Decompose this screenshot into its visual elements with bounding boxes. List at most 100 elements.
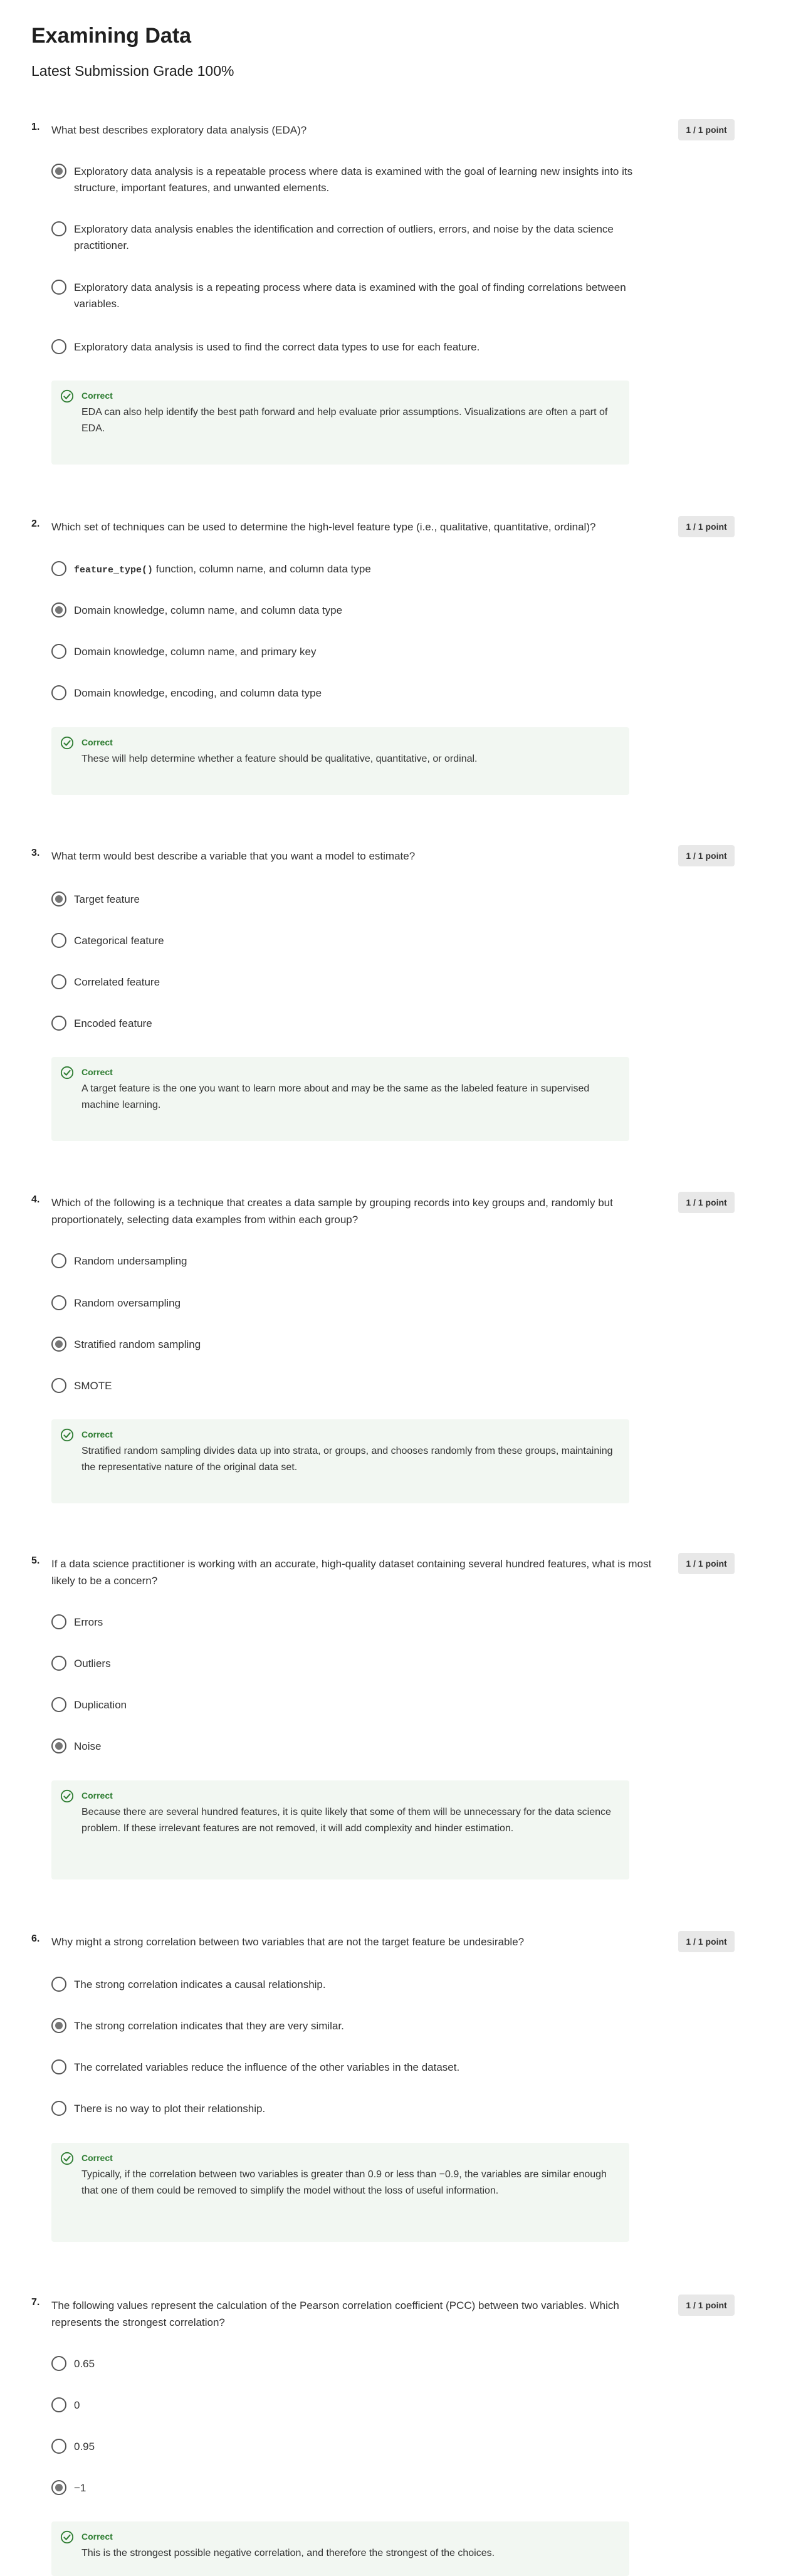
- option-label: 0.95: [74, 2441, 95, 2452]
- radio-button-icon[interactable]: [51, 1378, 66, 1393]
- radio-button-icon[interactable]: [51, 1656, 66, 1671]
- feedback-label: Correct: [81, 1790, 113, 1801]
- radio-button-icon[interactable]: [51, 1295, 66, 1310]
- option-label: Random oversampling: [74, 1297, 181, 1309]
- option-label: Random undersampling: [74, 1255, 187, 1267]
- points-badge: 1 / 1 point: [678, 845, 735, 866]
- question-number: 5.: [31, 1555, 40, 1566]
- option-label: Encoded feature: [74, 1017, 152, 1029]
- question-number: 7.: [31, 2297, 40, 2308]
- question-number: 2.: [31, 518, 40, 529]
- option-label: Domain knowledge, column name, and colum…: [74, 604, 343, 616]
- option-label: Noise: [74, 1740, 102, 1752]
- radio-button-icon[interactable]: [51, 164, 66, 179]
- radio-button-icon[interactable]: [51, 1337, 66, 1352]
- option-label: Domain knowledge, encoding, and column d…: [74, 687, 322, 699]
- check-circle-icon: [60, 1428, 74, 1442]
- option-label: 0.65: [74, 2358, 95, 2370]
- points-badge: 1 / 1 point: [678, 2295, 735, 2316]
- radio-button-icon[interactable]: [51, 2356, 66, 2371]
- points-badge: 1 / 1 point: [678, 1192, 735, 1213]
- option-label: There is no way to plot their relationsh…: [74, 2103, 266, 2115]
- option-label: Exploratory data analysis is a repeatabl…: [74, 166, 633, 194]
- option-label: Categorical feature: [74, 935, 164, 947]
- feedback-label: Correct: [81, 1067, 113, 1077]
- radio-button-icon[interactable]: [51, 2101, 66, 2116]
- question-number: 6.: [31, 1933, 40, 1944]
- option-label: Correlated feature: [74, 976, 160, 988]
- radio-button-icon[interactable]: [51, 1697, 66, 1712]
- feedback-box: Correct A target feature is the one you w…: [51, 1057, 629, 1141]
- option-code: feature_type(): [74, 565, 154, 576]
- radio-button-icon[interactable]: [51, 974, 66, 989]
- check-circle-icon: [60, 2530, 74, 2544]
- page-title: Examining Data: [31, 24, 192, 48]
- option-text: function, column name, and column data t…: [153, 563, 371, 575]
- radio-button-icon[interactable]: [51, 1738, 66, 1753]
- feedback-label: Correct: [81, 2153, 113, 2163]
- option-label: Exploratory data analysis enables the id…: [74, 223, 614, 251]
- radio-button-icon[interactable]: [51, 280, 66, 295]
- radio-button-icon[interactable]: [51, 1016, 66, 1031]
- question-number: 4.: [31, 1194, 40, 1205]
- points-badge: 1 / 1 point: [678, 516, 735, 537]
- radio-button-icon[interactable]: [51, 339, 66, 354]
- radio-button-icon[interactable]: [51, 2480, 66, 2495]
- points-badge: 1 / 1 point: [678, 119, 735, 140]
- radio-button-icon[interactable]: [51, 2397, 66, 2412]
- feedback-text: EDA can also help identify the best path…: [81, 407, 608, 434]
- option-label: Stratified random sampling: [74, 1338, 201, 1350]
- radio-button-icon[interactable]: [51, 933, 66, 948]
- feedback-label: Correct: [81, 2531, 113, 2542]
- check-circle-icon: [60, 736, 74, 750]
- option-label: 0: [74, 2399, 80, 2411]
- radio-button-icon[interactable]: [51, 221, 66, 236]
- radio-button-icon[interactable]: [51, 891, 66, 907]
- radio-button-icon[interactable]: [51, 685, 66, 700]
- feedback-box: Correct This is the strongest possible ne…: [51, 2521, 629, 2576]
- question-text: What term would best describe a variable…: [51, 850, 416, 862]
- option-label: SMOTE: [74, 1380, 112, 1392]
- feedback-text: These will help determine whether a feat…: [81, 754, 478, 764]
- radio-button-icon[interactable]: [51, 644, 66, 659]
- radio-button-icon[interactable]: [51, 1253, 66, 1268]
- option-label: The strong correlation indicates that th…: [74, 2020, 344, 2032]
- option-label: Target feature: [74, 893, 140, 905]
- feedback-text: Stratified random sampling divides data …: [81, 1446, 613, 1473]
- question-text: Which of the following is a technique th…: [51, 1197, 613, 1226]
- submission-grade: Latest Submission Grade 100%: [31, 63, 234, 79]
- question-text: What best describes exploratory data ana…: [51, 124, 307, 136]
- check-circle-icon: [60, 1789, 74, 1803]
- option-label: Domain knowledge, column name, and prima…: [74, 646, 317, 658]
- option-label: Errors: [74, 1616, 103, 1628]
- radio-button-icon[interactable]: [51, 1977, 66, 1992]
- radio-button-icon[interactable]: [51, 1614, 66, 1629]
- option-label: The strong correlation indicates a causa…: [74, 1979, 326, 1990]
- feedback-box: Correct EDA can also help identify the be…: [51, 381, 629, 465]
- radio-button-icon[interactable]: [51, 2439, 66, 2454]
- feedback-text: Typically, if the correlation between tw…: [81, 2169, 607, 2196]
- option-label: Outliers: [74, 1658, 111, 1669]
- question-text: Why might a strong correlation between t…: [51, 1936, 525, 1948]
- option-label: Exploratory data analysis is a repeating…: [74, 281, 626, 310]
- question-number: 3.: [31, 848, 40, 858]
- option-label: Duplication: [74, 1699, 127, 1711]
- radio-button-icon[interactable]: [51, 561, 66, 576]
- points-badge: 1 / 1 point: [678, 1931, 735, 1952]
- feedback-text: This is the strongest possible negative …: [81, 2548, 495, 2558]
- check-circle-icon: [60, 2152, 74, 2165]
- option-label: −1: [74, 2482, 86, 2494]
- feedback-text: Because there are several hundred featur…: [81, 1807, 611, 1834]
- radio-button-icon[interactable]: [51, 602, 66, 618]
- question-text: The following values represent the calcu…: [51, 2300, 619, 2328]
- check-circle-icon: [60, 389, 74, 403]
- question-text: Which set of techniques can be used to d…: [51, 521, 596, 533]
- question-number: 1.: [31, 122, 40, 132]
- feedback-text: A target feature is the one you want to …: [81, 1083, 590, 1110]
- feedback-box: Correct Stratified random sampling divide…: [51, 1419, 629, 1503]
- option-label: Exploratory data analysis is used to fin…: [74, 341, 480, 353]
- radio-button-icon[interactable]: [51, 2059, 66, 2074]
- question-text: If a data science practitioner is workin…: [51, 1558, 652, 1587]
- radio-button-icon[interactable]: [51, 2018, 66, 2033]
- feedback-label: Correct: [81, 391, 113, 401]
